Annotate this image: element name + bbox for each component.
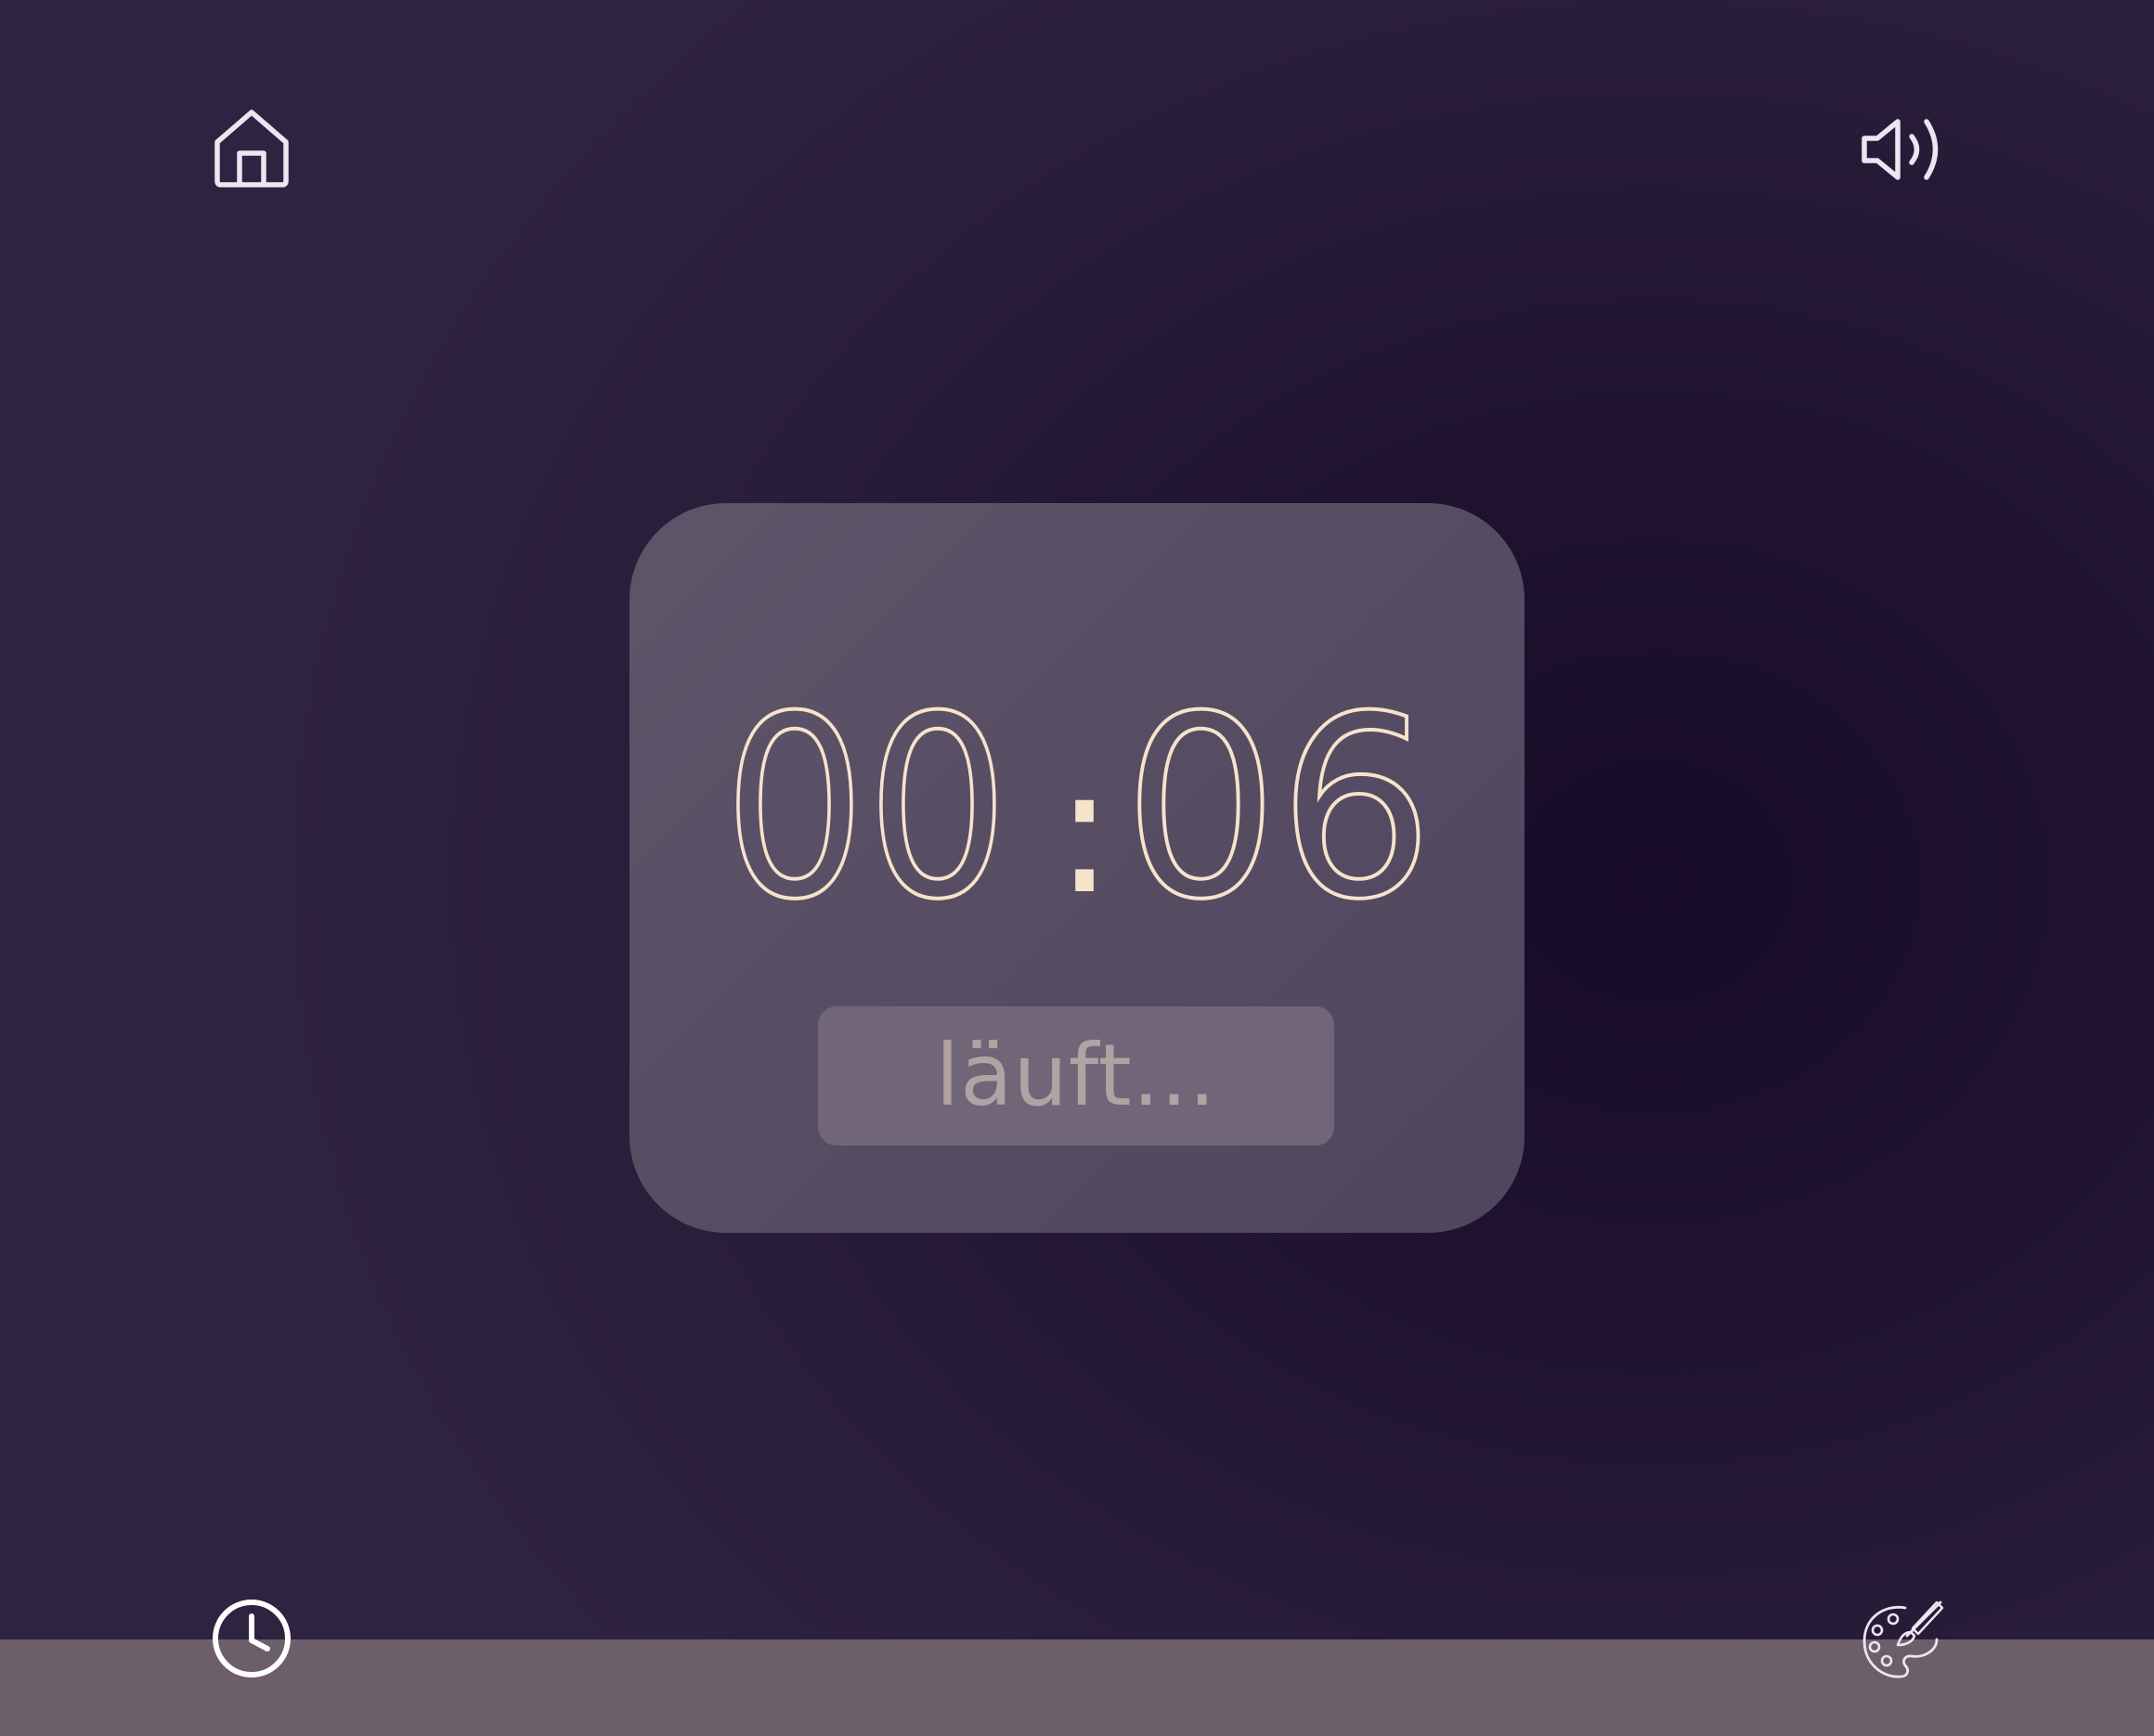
timer-display: 00 : 06	[629, 661, 1525, 930]
timer-card: 00 : 06 läuft...	[629, 503, 1525, 1233]
timer-separator: :	[1055, 728, 1114, 930]
bottom-bar	[0, 1639, 2154, 1736]
home-icon[interactable]	[212, 107, 292, 190]
volume-icon[interactable]	[1859, 116, 1952, 183]
palette-icon[interactable]	[1859, 1599, 1944, 1684]
timer-minutes: 00	[723, 662, 1009, 930]
status-badge: läuft...	[818, 1006, 1334, 1146]
clock-icon[interactable]	[210, 1597, 293, 1680]
timer-seconds: 06	[1123, 662, 1434, 930]
